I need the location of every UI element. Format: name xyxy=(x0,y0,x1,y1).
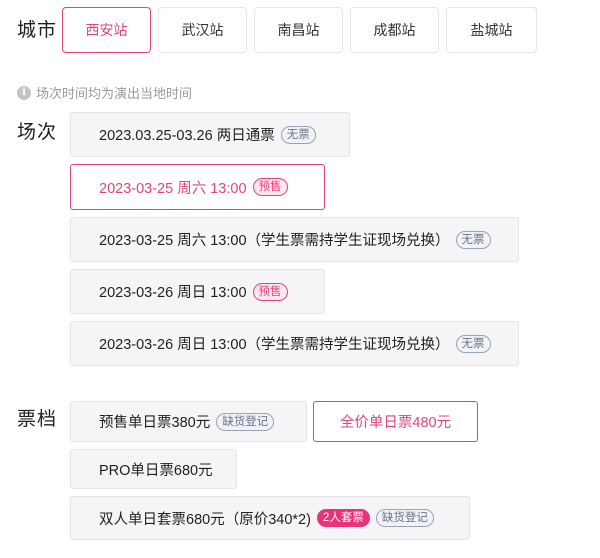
session-option-text: 2023-03-25 周六 13:00（学生票需持学生证现场兑换） xyxy=(99,233,450,249)
ticket-label: 票档 xyxy=(17,409,58,430)
ticket-option-text: 预售单日票380元 xyxy=(99,415,211,431)
city-option-yancheng[interactable]: 盐城站 xyxy=(446,7,537,53)
waitlist-badge: 缺货登记 xyxy=(216,412,275,431)
ticket-option-text: 全价单日票480元 xyxy=(339,415,452,431)
ticket-option-duo-680[interactable]: 双人单日套票680元（原价340*2) 2人套票 缺货登记 xyxy=(70,496,470,540)
city-option-nanchang[interactable]: 南昌站 xyxy=(254,7,343,53)
timezone-notice-text: 场次时间均为演出当地时间 xyxy=(36,86,193,101)
session-option-3[interactable]: 2023-03-25 周六 13:00（学生票需持学生证现场兑换） 无票 xyxy=(70,217,519,262)
session-option-text: 2023.03.25-03.26 两日通票 xyxy=(99,128,275,144)
sold-out-badge: 无票 xyxy=(455,334,491,353)
city-label: 城市 xyxy=(17,20,58,41)
session-option-text: 2023-03-26 周日 13:00（学生票需持学生证现场兑换） xyxy=(99,337,450,353)
session-option-4[interactable]: 2023-03-26 周日 13:00 预售 xyxy=(70,269,325,314)
city-option-chengdu[interactable]: 成都站 xyxy=(350,7,439,53)
ticket-option-text: PRO单日票680元 xyxy=(99,462,213,479)
sold-out-badge: 无票 xyxy=(455,230,491,249)
ticket-option-full-480[interactable]: 全价单日票480元 xyxy=(313,401,478,442)
ticket-option-text: 双人单日套票680元（原价340*2) xyxy=(99,511,311,528)
session-option-1[interactable]: 2023.03.25-03.26 两日通票 无票 xyxy=(70,112,350,157)
session-option-text: 2023-03-25 周六 13:00 xyxy=(99,180,247,197)
sold-out-badge: 无票 xyxy=(280,125,316,144)
presale-badge: 预售 xyxy=(252,178,288,196)
duo-package-badge: 2人套票 xyxy=(316,509,370,527)
session-option-2[interactable]: 2023-03-25 周六 13:00 预售 xyxy=(70,164,325,210)
city-option-wuhan[interactable]: 武汉站 xyxy=(158,7,247,53)
city-option-xian[interactable]: 西安站 xyxy=(62,7,151,53)
presale-badge: 预售 xyxy=(252,282,288,301)
timezone-notice: i 场次时间均为演出当地时间 xyxy=(17,83,192,102)
session-label: 场次 xyxy=(17,122,58,143)
session-option-text: 2023-03-26 周日 13:00 xyxy=(99,285,247,301)
ticket-option-pro-680[interactable]: PRO单日票680元 xyxy=(70,449,237,489)
info-icon: i xyxy=(17,85,31,100)
ticket-option-presale-380[interactable]: 预售单日票380元 缺货登记 xyxy=(70,401,307,442)
session-option-5[interactable]: 2023-03-26 周日 13:00（学生票需持学生证现场兑换） 无票 xyxy=(70,321,519,366)
waitlist-badge: 缺货登记 xyxy=(375,509,434,527)
